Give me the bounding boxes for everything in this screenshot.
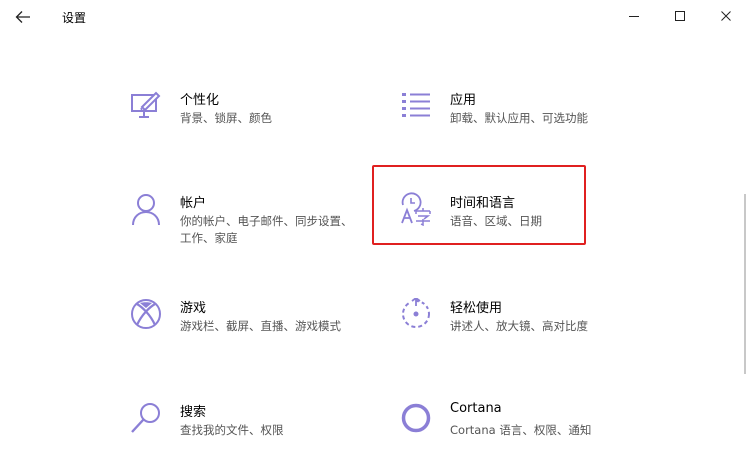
tile-ease-of-access[interactable]: 轻松使用 讲述人、放大镜、高对比度 <box>399 297 629 357</box>
tile-description: 讲述人、放大镜、高对比度 <box>450 319 588 333</box>
personalization-icon <box>129 89 163 123</box>
back-arrow-icon <box>15 11 30 23</box>
back-button[interactable] <box>6 2 40 32</box>
tile-gaming[interactable]: 游戏 游戏栏、截屏、直播、游戏模式 <box>129 297 359 357</box>
maximize-button[interactable] <box>657 0 703 32</box>
xbox-icon <box>129 297 163 331</box>
close-icon <box>721 11 731 21</box>
tile-personalization[interactable]: 个性化 背景、锁屏、颜色 <box>129 89 359 149</box>
tile-accounts[interactable]: 帐户 你的帐户、电子邮件、同步设置、工作、家庭 <box>129 192 359 252</box>
tile-description: 游戏栏、截屏、直播、游戏模式 <box>180 319 341 333</box>
close-button[interactable] <box>703 0 749 32</box>
scrollbar[interactable] <box>744 194 746 374</box>
settings-window: 设置 个性化 背景、锁屏、颜色 应用 卸载、默认应用、可选功能 帐户 你的帐户、… <box>0 0 749 452</box>
cortana-icon <box>399 401 433 435</box>
tile-title: Cortana <box>450 401 502 416</box>
title-bar: 设置 <box>0 0 749 33</box>
tile-title: 应用 <box>450 93 477 108</box>
tile-title: 轻松使用 <box>450 301 503 316</box>
tile-description: 查找我的文件、权限 <box>180 423 284 437</box>
maximize-icon <box>675 11 685 21</box>
minimize-button[interactable] <box>611 0 657 32</box>
tile-search[interactable]: 搜索 查找我的文件、权限 <box>129 401 359 452</box>
tile-cortana[interactable]: Cortana Cortana 语言、权限、通知 <box>399 401 629 452</box>
minimize-icon <box>629 16 639 17</box>
window-title: 设置 <box>62 11 87 25</box>
tile-description: 卸载、默认应用、可选功能 <box>450 111 588 125</box>
tile-title: 搜索 <box>180 405 207 420</box>
tile-description: Cortana 语言、权限、通知 <box>450 423 592 437</box>
apps-icon <box>399 89 433 123</box>
tile-title: 个性化 <box>180 93 220 108</box>
account-icon <box>129 192 163 226</box>
search-icon <box>129 401 163 435</box>
tile-description: 背景、锁屏、颜色 <box>180 111 272 125</box>
tile-apps[interactable]: 应用 卸载、默认应用、可选功能 <box>399 89 629 149</box>
highlight-box <box>372 165 586 245</box>
tile-title: 游戏 <box>180 301 207 316</box>
ease-of-access-icon <box>399 297 433 331</box>
tile-title: 帐户 <box>180 196 207 211</box>
tile-description: 你的帐户、电子邮件、同步设置、工作、家庭 <box>180 214 353 245</box>
